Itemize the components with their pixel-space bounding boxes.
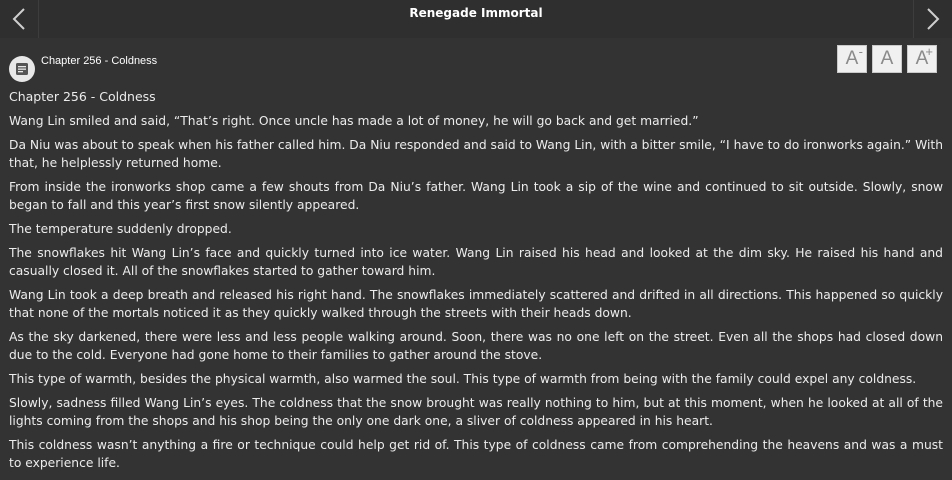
previous-chapter-button[interactable] — [0, 0, 39, 38]
paragraph: Da Niu was about to speak when his fathe… — [9, 138, 943, 170]
paragraph: Wang Lin took a deep breath and released… — [9, 288, 943, 320]
next-chapter-button[interactable] — [913, 0, 952, 38]
increase-font-button[interactable]: A + — [907, 44, 937, 73]
decrease-font-sup: - — [858, 44, 863, 59]
paragraph: This type of warmth, besides the physica… — [9, 372, 917, 386]
font-size-controls: A - A A + — [832, 44, 937, 73]
paragraph: Slowly, sadness filled Wang Lin’s eyes. … — [9, 396, 943, 428]
chevron-right-icon — [927, 8, 940, 30]
paragraph: The snowflakes hit Wang Lin’s face and q… — [9, 246, 943, 278]
reset-font-label: A — [880, 48, 894, 69]
top-bar: Renegade Immortal — [0, 0, 952, 38]
decrease-font-button[interactable]: A - — [837, 44, 867, 73]
decrease-font-label: A — [845, 48, 859, 69]
reset-font-button[interactable]: A — [872, 45, 902, 73]
chapter-header: Chapter 256 - Coldness — [9, 55, 158, 82]
paragraph: The temperature suddenly dropped. — [9, 222, 232, 236]
app-title: Renegade Immortal — [409, 6, 543, 20]
paragraph: As the sky darkened, there were less and… — [9, 330, 943, 362]
paragraph: This coldness wasn’t anything a fire or … — [9, 438, 943, 470]
document-icon — [9, 56, 35, 82]
increase-font-sup: + — [925, 44, 933, 59]
chapter-title: Chapter 256 - Coldness — [41, 55, 158, 67]
paragraph: Wang Lin smiled and said, “That’s right.… — [9, 114, 699, 128]
chevron-left-icon — [12, 8, 25, 30]
paragraph: From inside the ironworks shop came a fe… — [9, 180, 943, 212]
chapter-content: Chapter 256 - Coldness Wang Lin smiled a… — [9, 88, 943, 478]
chapter-heading: Chapter 256 - Coldness — [9, 89, 156, 104]
